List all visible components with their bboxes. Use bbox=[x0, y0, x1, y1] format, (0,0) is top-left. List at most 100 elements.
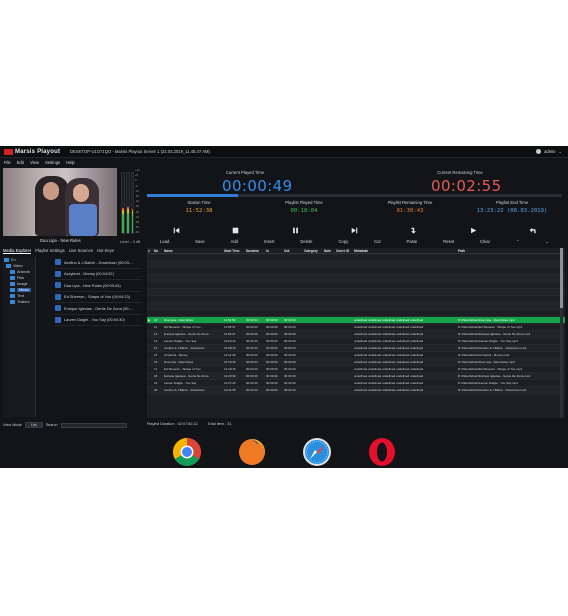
table-row[interactable]: 17 Ed Sheeran - Shape of You 12:19:16 00:04… bbox=[147, 366, 565, 373]
table-cell: 00:03:46 bbox=[284, 332, 296, 336]
menu-bar: File Edit View Settings Help bbox=[0, 159, 75, 166]
vu-meter: +12 +6 0 -6 -12 -18 -24 -30 -36 -42 -48 -54 -60 bbox=[121, 168, 143, 238]
table-row[interactable]: 18 Enrique Iglesias - Gente De Zona 12:23:… bbox=[147, 373, 565, 380]
tab-media-explorer[interactable]: Media Explorer bbox=[3, 248, 32, 254]
search-input[interactable] bbox=[60, 422, 127, 428]
table-cell: 18 bbox=[154, 374, 158, 378]
table-row-current[interactable]: ▶ 10 Dua Lipa - New Rules 11:51:50 00:03… bbox=[147, 317, 565, 324]
clear-button[interactable]: Clear bbox=[480, 239, 490, 244]
table-row-played[interactable] bbox=[147, 310, 565, 317]
level-readout: Level : -3 dB bbox=[120, 240, 141, 244]
column-header[interactable]: No bbox=[153, 249, 163, 253]
previous-button[interactable] bbox=[170, 226, 184, 235]
table-cell: 00:04:30 bbox=[246, 339, 258, 343]
table-row-played[interactable] bbox=[147, 268, 565, 275]
table-row-played[interactable] bbox=[147, 275, 565, 282]
tab-live-sources[interactable]: Live Sources bbox=[69, 248, 93, 254]
table-row[interactable]: 11 Ed Sheeran - Shape of You 11:55:37 00:04… bbox=[147, 324, 565, 331]
playlist-remaining-label: Playlist Remaining Time bbox=[387, 200, 433, 205]
column-header[interactable]: Start Time bbox=[223, 249, 245, 253]
delete-button[interactable]: Delete bbox=[300, 239, 312, 244]
table-cell: 00:04:30 bbox=[284, 381, 296, 385]
video-file-icon bbox=[55, 259, 61, 266]
tab-hot-keys[interactable]: Hot Keys bbox=[97, 248, 114, 254]
table-cell: 00:03:44 bbox=[284, 360, 296, 364]
list-item[interactable]: Avelino & J.Balvin - Downtown (00:03:... bbox=[55, 257, 142, 269]
menu-edit[interactable]: Edit bbox=[17, 160, 24, 165]
table-row[interactable]: 15 Azzyland - Money 12:11:30 00:04:02 00:00:… bbox=[147, 352, 565, 359]
column-header[interactable]: Name bbox=[163, 249, 223, 253]
scrollbar-thumb[interactable] bbox=[560, 248, 563, 308]
search-label: Search bbox=[45, 423, 58, 427]
save-button[interactable]: Save bbox=[195, 239, 205, 244]
tab-playlist-settings[interactable]: Playlist Settings bbox=[35, 248, 65, 254]
table-cell: undefined.undefined.undefined.undefined.… bbox=[354, 325, 424, 329]
table-cell: Ed Sheeran - Shape of You bbox=[164, 325, 201, 329]
grid-scrollbar[interactable] bbox=[560, 248, 563, 418]
copy-button[interactable]: Copy bbox=[338, 239, 348, 244]
app-window: Marsis Playout DESKTOP-U1O71QO - Marsis … bbox=[0, 146, 568, 436]
table-row-played[interactable] bbox=[147, 261, 565, 268]
paste-button[interactable]: Paste bbox=[407, 239, 418, 244]
reset-button[interactable]: Reset bbox=[443, 239, 454, 244]
table-cell: 12:11:30 bbox=[224, 353, 236, 357]
table-row[interactable]: 16 Dua Lipa - New Rules 12:15:32 00:03:44 00… bbox=[147, 359, 565, 366]
track-progress-bar[interactable] bbox=[147, 194, 562, 197]
table-row[interactable]: 19 Lauren Daigle - You Say 12:27:25 00:04:3… bbox=[147, 380, 565, 387]
pause-button[interactable] bbox=[288, 226, 302, 235]
add-button[interactable]: Add bbox=[231, 239, 238, 244]
menu-settings[interactable]: Settings bbox=[45, 160, 60, 165]
playlist-end-time: 13:23:22 (08.03.2019) bbox=[476, 208, 548, 214]
table-cell: 00:00:00 bbox=[266, 374, 278, 378]
menu-help[interactable]: Help bbox=[66, 160, 75, 165]
table-row[interactable]: 14 Avelino & J.Balvin - Downtown 12:08:13 0… bbox=[147, 345, 565, 352]
return-button[interactable] bbox=[525, 226, 539, 235]
table-cell: 13 bbox=[154, 339, 158, 343]
table-cell: 00:04:23 bbox=[284, 367, 296, 371]
column-header[interactable]: In bbox=[265, 249, 283, 253]
video-file-icon bbox=[55, 282, 61, 289]
list-item[interactable]: Ed Sheeran - Shape of You (00:04:23) bbox=[55, 292, 142, 303]
column-header[interactable]: Metadata bbox=[353, 249, 457, 253]
menu-view[interactable]: View bbox=[30, 160, 39, 165]
table-row[interactable]: 12 Enrique Iglesias - Gente De Zona 11:59:… bbox=[147, 331, 565, 338]
load-button[interactable]: Load bbox=[160, 239, 169, 244]
table-row[interactable]: 13 Lauren Daigle - You Say 12:03:43 00:04:3… bbox=[147, 338, 565, 345]
list-item[interactable]: Dua Lipa - New Rules (00:03:44) bbox=[55, 280, 142, 292]
status-bar: Playlist Duration : 02:07:50.12 Total It… bbox=[147, 422, 232, 426]
stop-button[interactable] bbox=[229, 226, 243, 235]
table-cell: 00:04:30 bbox=[246, 381, 258, 385]
column-header[interactable]: Duration bbox=[245, 249, 265, 253]
table-row-played[interactable] bbox=[147, 289, 565, 296]
pause-icon bbox=[292, 227, 298, 234]
user-menu[interactable]: admin ⌄ bbox=[536, 149, 562, 154]
table-row-played[interactable] bbox=[147, 282, 565, 289]
list-item[interactable]: Azzyland - Money (00:04:02) bbox=[55, 269, 142, 280]
cut-button[interactable]: Cut bbox=[374, 239, 381, 244]
column-header[interactable]: Path bbox=[457, 249, 557, 253]
table-row-played[interactable] bbox=[147, 296, 565, 303]
skip-button[interactable] bbox=[407, 226, 421, 235]
chrome-icon bbox=[172, 438, 201, 466]
move-up-icon[interactable]: ⌃ bbox=[516, 239, 520, 244]
move-down-icon[interactable]: ⌄ bbox=[545, 239, 549, 244]
table-cell: undefined.undefined.undefined.undefined.… bbox=[354, 360, 424, 364]
column-header[interactable]: Category bbox=[303, 249, 323, 253]
list-item[interactable]: Lauren Daigle - You Say (00:04:30) bbox=[55, 315, 142, 326]
list-item[interactable]: Enrique Iglesias - Gente De Zona (00:... bbox=[55, 303, 142, 315]
table-row[interactable]: 20 Avelino & J.Balvin - Downtown 12:31:55 0… bbox=[147, 387, 565, 394]
column-header[interactable]: Out bbox=[283, 249, 303, 253]
play-button[interactable] bbox=[466, 226, 480, 235]
view-mode-select[interactable]: List bbox=[24, 422, 43, 428]
table-cell: D:\Video\Music\Avelino & J.Balvin - Down… bbox=[458, 388, 527, 392]
table-row-played[interactable] bbox=[147, 254, 565, 261]
next-button[interactable] bbox=[347, 226, 361, 235]
insert-button[interactable]: Insert bbox=[264, 239, 274, 244]
column-header[interactable]: Genre ID bbox=[335, 249, 353, 253]
tree-folder-trailers[interactable]: Trailers bbox=[3, 299, 35, 305]
menu-file[interactable]: File bbox=[4, 160, 11, 165]
playlist-played-time: 00:18:04 bbox=[290, 208, 318, 214]
vu-fill bbox=[122, 207, 124, 233]
table-row-played[interactable] bbox=[147, 303, 565, 310]
column-header[interactable]: Note bbox=[323, 249, 335, 253]
